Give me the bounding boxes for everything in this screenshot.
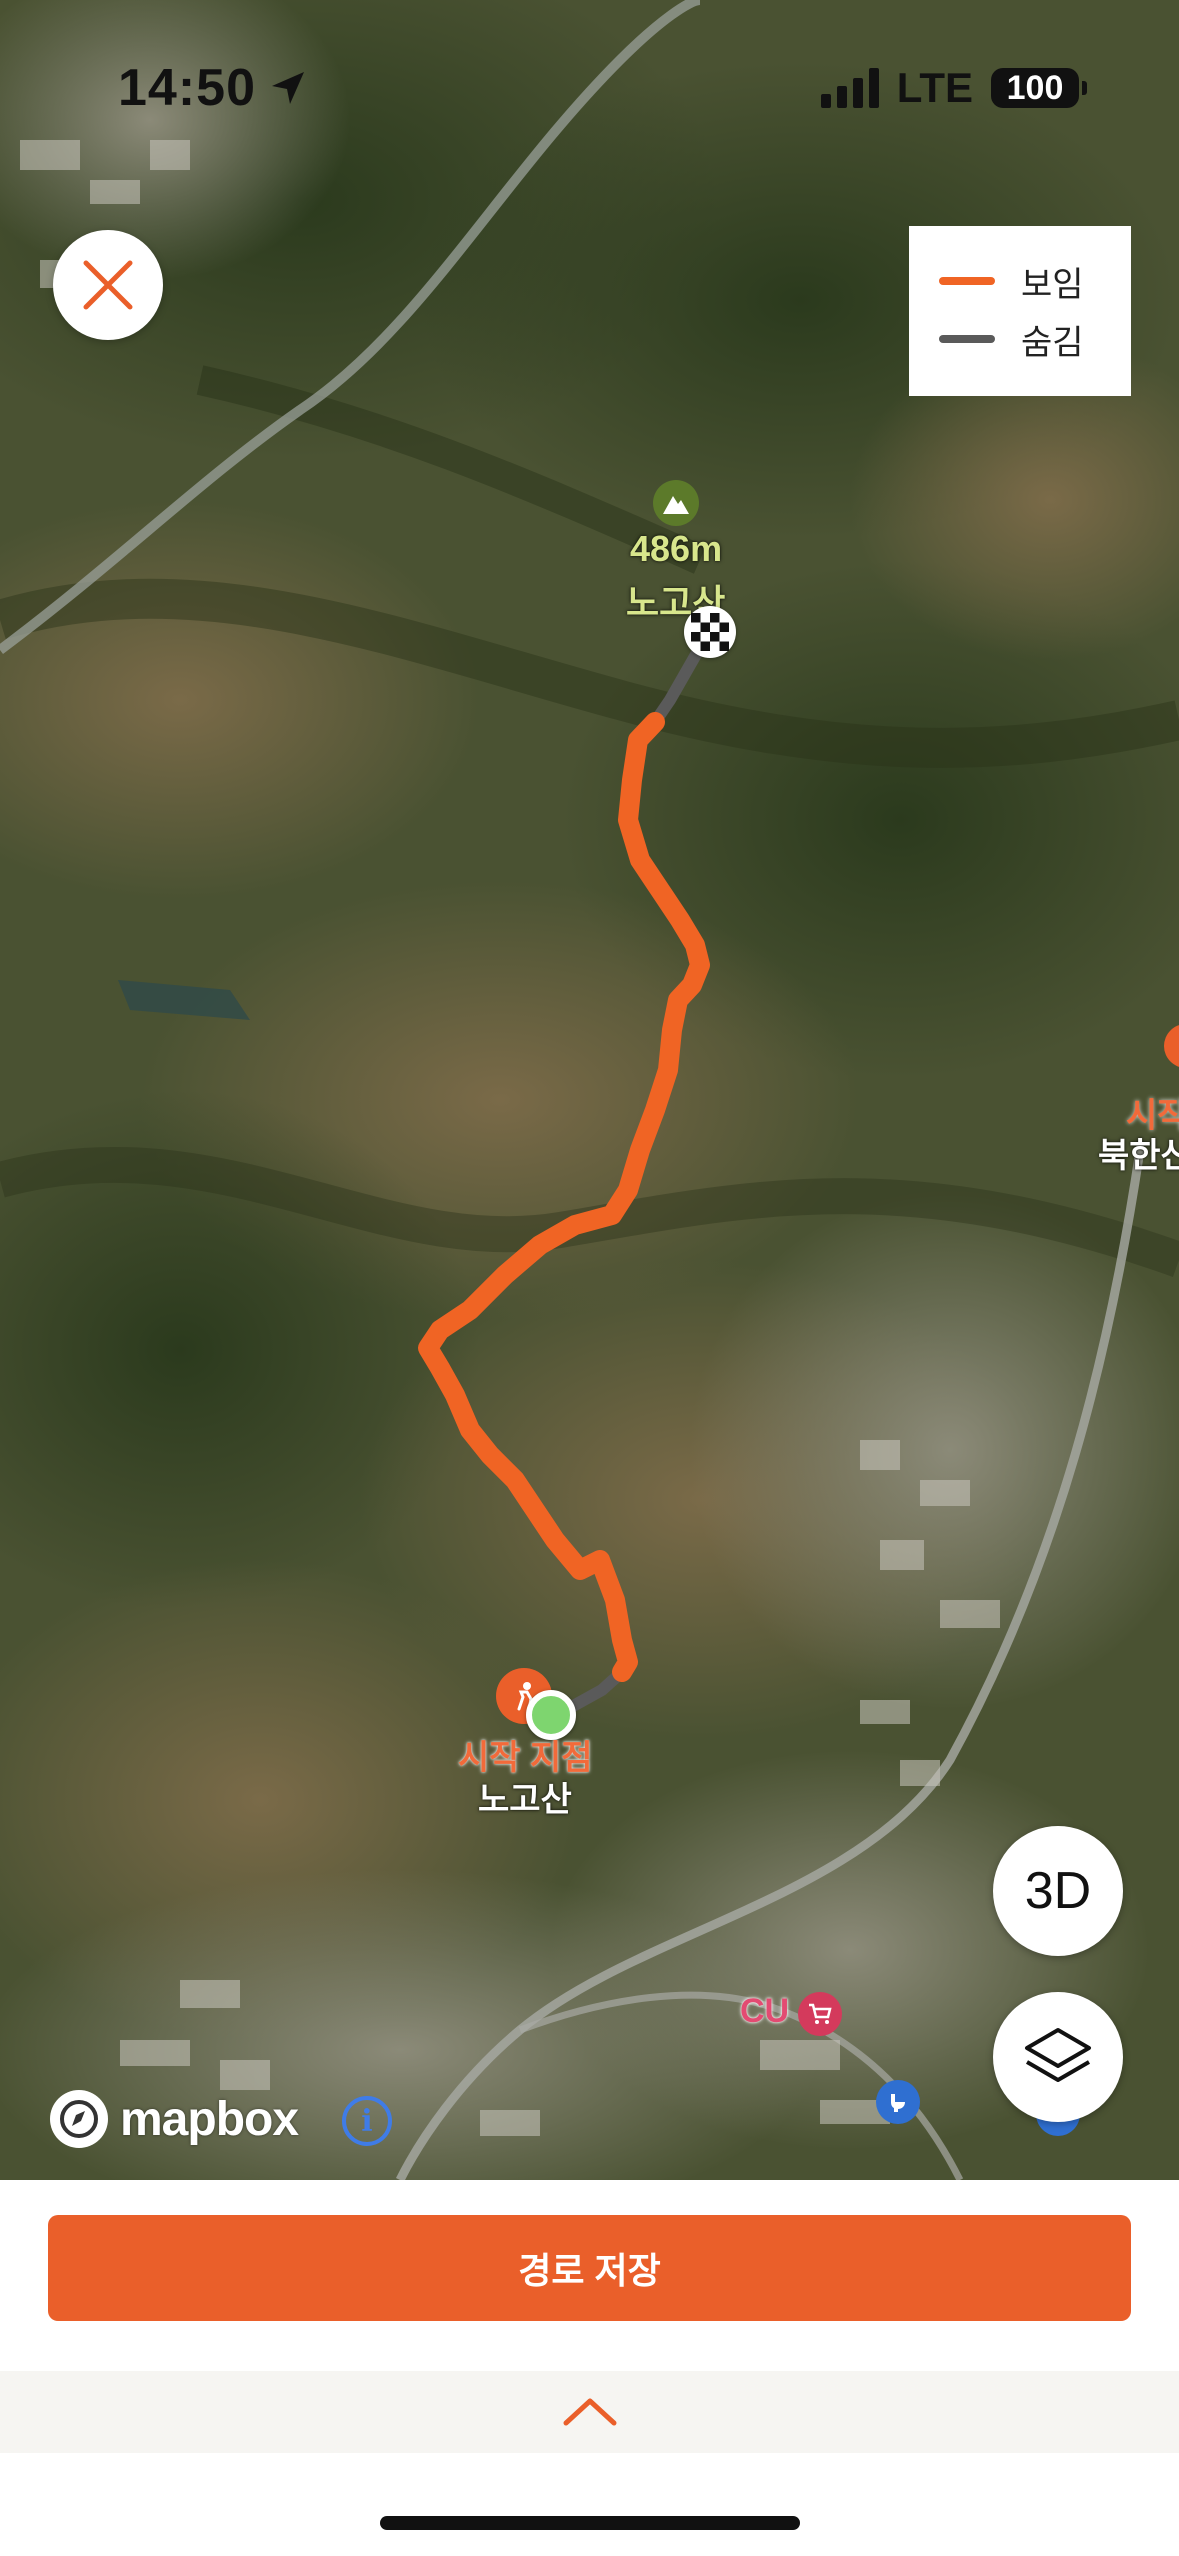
start-mountain-label: 노고산 [478,1781,572,1819]
home-indicator[interactable] [380,2516,800,2530]
bottom-sheet-handle[interactable] [0,2371,1179,2453]
legend-label-hidden: 숨김 [1021,323,1084,362]
chevron-up-icon [563,2398,616,2426]
mapbox-text: mapbox [120,2092,299,2146]
battery-level: 100 [991,68,1079,108]
close-icon [83,260,133,310]
cart-icon [809,2003,832,2024]
legend-item-visible: 보임 [939,252,1101,310]
layers-button[interactable] [993,1992,1123,2122]
status-bar-right: LTE 100 [820,58,1087,118]
peak-marker[interactable] [653,480,699,526]
network-type: LTE [896,64,973,111]
legend-item-hidden: 숨김 [939,310,1101,368]
status-bar-time: 14:50 [118,58,308,118]
mountain-icon [663,496,689,514]
cellular-signal-icon [820,68,879,108]
mapbox-logo[interactable]: mapbox [50,2090,299,2148]
toilet-icon [891,2094,905,2112]
right-poi-name: 북한산 [1098,1137,1179,1175]
battery-icon: 100 [991,68,1087,108]
close-button[interactable] [53,230,163,340]
store-label: CU [740,1992,790,2030]
legend-label-visible: 보임 [1021,265,1084,304]
peak-elevation-label: 486m [630,528,723,569]
route-legend: 보임 숨김 [909,226,1131,396]
clock: 14:50 [118,59,256,117]
3d-toggle-button[interactable]: 3D [993,1826,1123,1956]
finish-marker[interactable] [684,606,736,658]
mapbox-mark-icon [50,2090,108,2148]
legend-swatch-visible [939,277,995,285]
checkered-flag-icon [691,613,729,651]
restroom-marker[interactable] [876,2080,920,2124]
location-arrow-icon [272,72,304,104]
store-marker[interactable] [798,1992,842,2036]
save-route-button[interactable]: 경로 저장 [48,2215,1131,2321]
layers-icon [1025,2028,1091,2082]
attribution-info-button[interactable]: i [342,2096,392,2146]
legend-swatch-hidden [939,335,995,343]
